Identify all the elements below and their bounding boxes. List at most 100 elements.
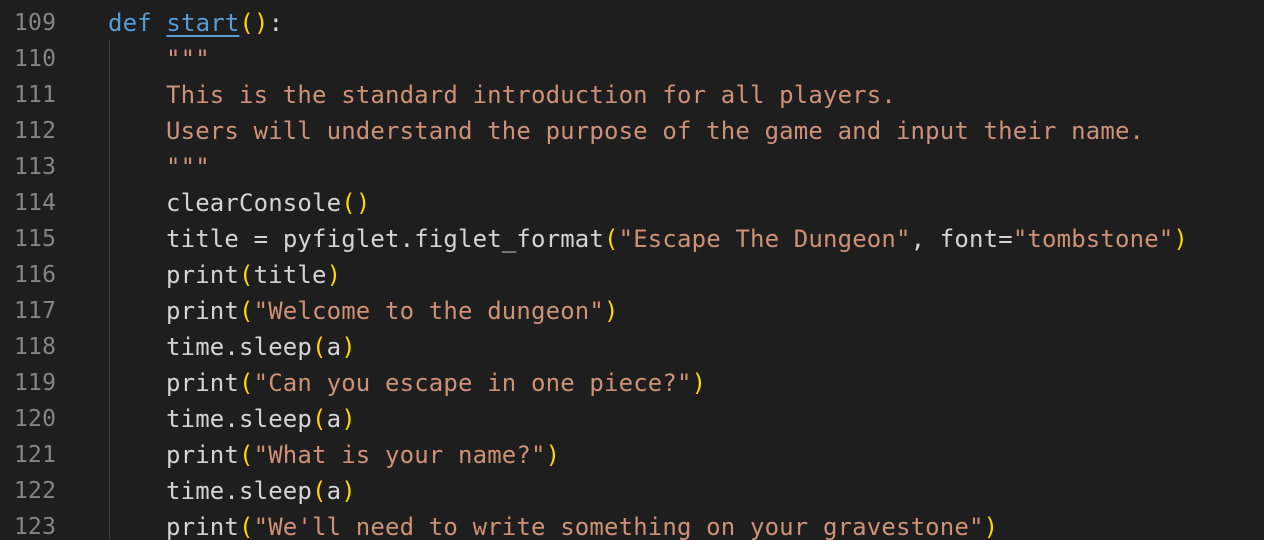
code-text[interactable]: This is the standard introduction for al… xyxy=(108,77,896,113)
string-literal: "tombstone" xyxy=(1012,225,1174,253)
open-paren: ( xyxy=(312,477,327,505)
open-paren: ( xyxy=(239,297,254,325)
code-text[interactable]: print("What is your name?") xyxy=(108,437,560,473)
code-line[interactable]: 116 print(title) xyxy=(0,257,1264,293)
line-number: 111 xyxy=(14,82,57,108)
function-call: time.sleep xyxy=(166,405,312,433)
close-paren: ) xyxy=(604,297,619,325)
string-literal: "What is your name?" xyxy=(253,441,546,469)
line-number: 109 xyxy=(14,10,57,36)
code-line[interactable]: 114 clearConsole() xyxy=(0,185,1264,221)
colon: : xyxy=(268,9,284,37)
close-paren: ) xyxy=(341,477,356,505)
function-call: clearConsole xyxy=(166,189,342,217)
code-line[interactable]: 109 def start(): xyxy=(0,5,1264,41)
line-number: 123 xyxy=(14,514,57,540)
code-text[interactable]: print("We'll need to write something on … xyxy=(108,509,998,540)
line-number: 115 xyxy=(14,226,57,252)
code-text[interactable]: print(title) xyxy=(108,257,341,293)
open-paren: ( xyxy=(239,261,254,289)
close-paren: ) xyxy=(254,9,269,37)
string-literal: "Escape The Dungeon" xyxy=(618,225,911,253)
function-call: time.sleep xyxy=(166,333,312,361)
kwarg-equals: = xyxy=(998,225,1013,253)
function-call: time.sleep xyxy=(166,477,312,505)
code-line[interactable]: 112 Users will understand the purpose of… xyxy=(0,113,1264,149)
line-number: 114 xyxy=(14,190,57,216)
line-number: 122 xyxy=(14,478,57,504)
function-call: print xyxy=(166,297,239,325)
code-text[interactable]: Users will understand the purpose of the… xyxy=(108,113,1144,149)
argument: a xyxy=(326,405,342,433)
line-number: 117 xyxy=(14,298,57,324)
code-line[interactable]: 119 print("Can you escape in one piece?"… xyxy=(0,365,1264,401)
code-text[interactable]: print("Welcome to the dungeon") xyxy=(108,293,619,329)
close-paren: ) xyxy=(1173,225,1189,253)
variable: title xyxy=(166,225,239,253)
open-paren: ( xyxy=(312,405,327,433)
code-line[interactable]: 111 This is the standard introduction fo… xyxy=(0,77,1264,113)
docstring: """ xyxy=(166,153,210,181)
function-call: print xyxy=(166,369,239,397)
line-number: 110 xyxy=(14,46,57,72)
code-line[interactable]: 115 title = pyfiglet.figlet_format("Esca… xyxy=(0,221,1264,257)
close-paren: ) xyxy=(341,405,356,433)
close-paren: ) xyxy=(545,441,561,469)
code-line[interactable]: 120 time.sleep(a) xyxy=(0,401,1264,437)
code-text[interactable]: """ xyxy=(108,149,210,185)
function-call: print xyxy=(166,513,239,540)
code-text[interactable]: time.sleep(a) xyxy=(108,473,356,509)
code-text[interactable]: time.sleep(a) xyxy=(108,401,356,437)
argument: title xyxy=(253,261,327,289)
close-paren: ) xyxy=(983,513,999,540)
open-paren: ( xyxy=(239,369,254,397)
close-paren: ) xyxy=(691,369,707,397)
open-paren: ( xyxy=(312,333,327,361)
argument: a xyxy=(326,333,342,361)
code-line[interactable]: 122 time.sleep(a) xyxy=(0,473,1264,509)
open-paren: ( xyxy=(239,9,255,37)
code-text[interactable]: def start(): xyxy=(108,5,283,41)
open-paren: ( xyxy=(239,441,254,469)
line-number: 118 xyxy=(14,334,57,360)
close-paren: ) xyxy=(326,261,342,289)
assign-operator: = xyxy=(239,225,283,253)
open-paren: ( xyxy=(341,189,356,217)
line-number: 116 xyxy=(14,262,57,288)
string-literal: "We'll need to write something on your g… xyxy=(253,513,984,540)
function-call: pyfiglet.figlet_format xyxy=(282,225,604,253)
line-number: 121 xyxy=(14,442,57,468)
code-text[interactable]: title = pyfiglet.figlet_format("Escape T… xyxy=(108,221,1188,257)
keyword: def xyxy=(108,9,152,37)
close-paren: ) xyxy=(341,333,356,361)
line-number: 112 xyxy=(14,118,57,144)
function-name[interactable]: start xyxy=(166,9,239,37)
string-literal: "Can you escape in one piece?" xyxy=(253,369,692,397)
code-line[interactable]: 118 time.sleep(a) xyxy=(0,329,1264,365)
function-call: print xyxy=(166,261,239,289)
open-paren: ( xyxy=(604,225,619,253)
line-number: 120 xyxy=(14,406,57,432)
code-line[interactable]: 110 """ xyxy=(0,41,1264,77)
argument: a xyxy=(326,477,342,505)
docstring: Users will understand the purpose of the… xyxy=(166,117,1145,145)
string-literal: "Welcome to the dungeon" xyxy=(253,297,604,325)
separator: , xyxy=(910,225,940,253)
line-number: 113 xyxy=(14,154,57,180)
code-line[interactable]: 121 print("What is your name?") xyxy=(0,437,1264,473)
code-editor[interactable]: 109 def start(): 110 """ 111 This is the… xyxy=(0,0,1264,540)
code-line[interactable]: 123 print("We'll need to write something… xyxy=(0,509,1264,540)
line-number: 119 xyxy=(14,370,57,396)
open-paren: ( xyxy=(239,513,254,540)
code-line[interactable]: 113 """ xyxy=(0,149,1264,185)
function-call: print xyxy=(166,441,239,469)
code-line[interactable]: 117 print("Welcome to the dungeon") xyxy=(0,293,1264,329)
code-text[interactable]: time.sleep(a) xyxy=(108,329,356,365)
code-text[interactable]: print("Can you escape in one piece?") xyxy=(108,365,706,401)
kwarg-name: font xyxy=(939,225,999,253)
close-paren: ) xyxy=(355,189,371,217)
code-text[interactable]: clearConsole() xyxy=(108,185,370,221)
docstring: This is the standard introduction for al… xyxy=(166,81,896,109)
docstring: """ xyxy=(166,45,210,73)
code-text[interactable]: """ xyxy=(108,41,210,77)
